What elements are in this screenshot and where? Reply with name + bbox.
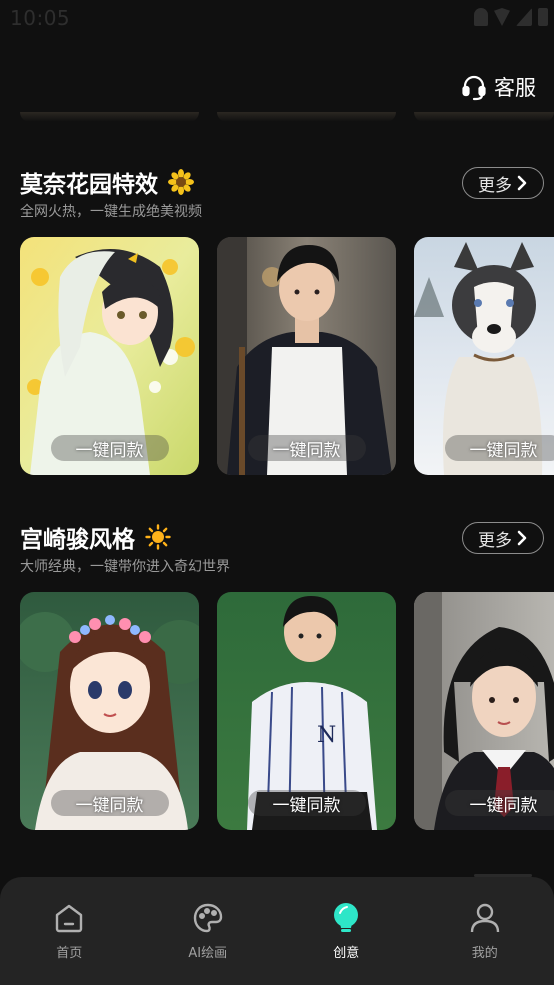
section-monet-garden: 莫奈花园特效 全网火热，一键生成绝美视频 更多 一键同款 一键同款 一键同款: [0, 165, 554, 485]
status-time: 10:05: [10, 6, 71, 30]
tab-label: 创意: [333, 946, 360, 961]
sunflower-icon: [168, 169, 194, 195]
wifi-icon: [494, 8, 510, 26]
card-row: 一键同款 一键同款 一键同款: [20, 237, 554, 477]
section-subtitle: 大师经典，一键带你进入奇幻世界: [20, 559, 230, 575]
same-style-button[interactable]: 一键同款: [50, 435, 169, 461]
more-button[interactable]: 更多: [462, 167, 544, 199]
battery-icon: [538, 8, 548, 26]
bottom-tab-bar: 首页 AI绘画 创意 我的: [0, 877, 554, 985]
tab-label: 我的: [471, 946, 498, 961]
template-card[interactable]: 一键同款: [414, 592, 554, 830]
template-card[interactable]: 一键同款: [20, 237, 199, 475]
customer-service-button[interactable]: 客服: [460, 72, 536, 102]
tab-me[interactable]: 我的: [416, 877, 554, 985]
headset-icon: [462, 75, 486, 101]
home-icon: [56, 904, 83, 933]
more-label: 更多: [478, 530, 512, 551]
tab-creative[interactable]: 创意: [277, 877, 416, 985]
chevron-right-icon: [517, 530, 527, 546]
template-card[interactable]: 一键同款: [414, 237, 554, 475]
more-button[interactable]: 更多: [462, 522, 544, 554]
mute-bell-icon: [474, 8, 488, 26]
tab-label: 首页: [56, 946, 83, 961]
same-style-button[interactable]: 一键同款: [444, 790, 554, 816]
tab-home[interactable]: 首页: [0, 877, 139, 985]
section-title-text: 宫崎骏风格: [20, 527, 135, 553]
same-style-button[interactable]: 一键同款: [50, 790, 169, 816]
status-bar: 10:05: [0, 0, 554, 38]
svg-text:N: N: [317, 723, 336, 748]
same-style-button[interactable]: 一键同款: [247, 435, 366, 461]
template-card[interactable]: 一键同款: [20, 592, 199, 830]
card-row: 一键同款 N 一键同款 一键同款: [20, 592, 554, 832]
status-icons: [474, 8, 548, 26]
customer-service-label: 客服: [494, 76, 536, 100]
section-title: 宫崎骏风格: [20, 520, 171, 554]
sun-icon: [145, 524, 171, 550]
template-card[interactable]: 一键同款: [217, 237, 396, 475]
section-miyazaki-style: 宫崎骏风格 大师经典，一键带你进入奇幻世界 更多 一键同款 N 一键同款 一键同…: [0, 520, 554, 840]
tab-ai-painting[interactable]: AI绘画: [139, 877, 278, 985]
user-icon: [470, 903, 499, 933]
section-title-text: 莫奈花园特效: [20, 172, 158, 198]
lightbulb-icon: [334, 903, 359, 932]
same-style-button[interactable]: 一键同款: [247, 790, 366, 816]
chevron-right-icon: [517, 175, 527, 191]
tab-label: AI绘画: [188, 946, 228, 961]
section-subtitle: 全网火热，一键生成绝美视频: [20, 204, 202, 220]
section-title: 莫奈花园特效: [20, 165, 194, 199]
same-style-button[interactable]: 一键同款: [444, 435, 554, 461]
palette-icon: [193, 903, 222, 933]
template-card[interactable]: N 一键同款: [217, 592, 396, 830]
signal-icon: [516, 8, 532, 26]
more-label: 更多: [478, 175, 512, 196]
scrolled-cards-remnant: [0, 112, 554, 124]
